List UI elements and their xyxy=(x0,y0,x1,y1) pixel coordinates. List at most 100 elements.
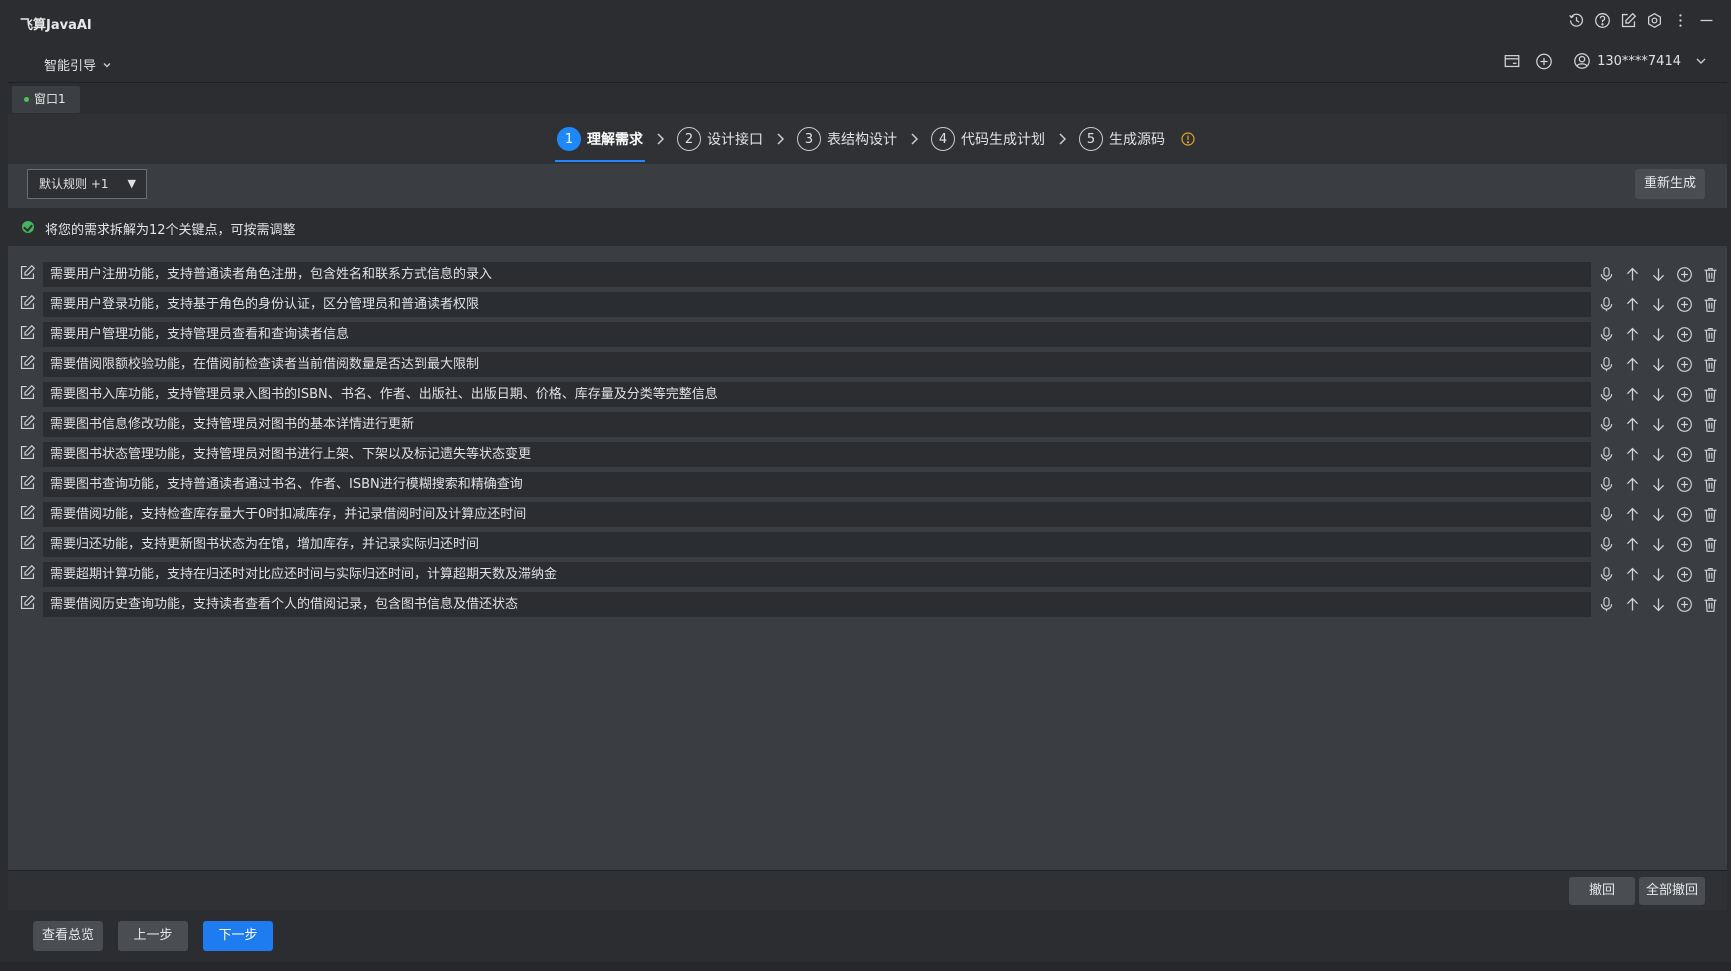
mic-icon[interactable] xyxy=(1596,264,1617,285)
arrow-up-icon[interactable] xyxy=(1622,294,1643,315)
mic-icon[interactable] xyxy=(1596,594,1617,615)
arrow-up-icon[interactable] xyxy=(1622,504,1643,525)
mic-icon[interactable] xyxy=(1596,504,1617,525)
add-circle-icon[interactable] xyxy=(1535,52,1553,70)
add-circle-icon[interactable] xyxy=(1674,564,1695,585)
arrow-down-icon[interactable] xyxy=(1648,354,1669,375)
add-circle-icon[interactable] xyxy=(1674,264,1695,285)
mic-icon[interactable] xyxy=(1596,534,1617,555)
edit-icon[interactable] xyxy=(19,354,37,372)
help-icon[interactable] xyxy=(1593,11,1611,29)
prev-step-button[interactable]: 上一步 xyxy=(118,921,188,951)
add-circle-icon[interactable] xyxy=(1674,504,1695,525)
arrow-down-icon[interactable] xyxy=(1648,564,1669,585)
arrow-up-icon[interactable] xyxy=(1622,354,1643,375)
arrow-down-icon[interactable] xyxy=(1648,534,1669,555)
arrow-up-icon[interactable] xyxy=(1622,384,1643,405)
requirement-text[interactable]: 需要用户登录功能，支持基于角色的身份认证，区分管理员和普通读者权限 xyxy=(43,292,1591,317)
step-3[interactable]: 3 表结构设计 xyxy=(797,126,897,152)
edit-icon[interactable] xyxy=(19,444,37,462)
requirement-text[interactable]: 需要超期计算功能，支持在归还时对比应还时间与实际归还时间，计算超期天数及滞纳金 xyxy=(43,562,1591,587)
add-circle-icon[interactable] xyxy=(1674,294,1695,315)
trash-icon[interactable] xyxy=(1700,354,1721,375)
mic-icon[interactable] xyxy=(1596,384,1617,405)
requirement-text[interactable]: 需要归还功能，支持更新图书状态为在馆，增加库存，并记录实际归还时间 xyxy=(43,532,1591,557)
trash-icon[interactable] xyxy=(1700,414,1721,435)
trash-icon[interactable] xyxy=(1700,324,1721,345)
arrow-down-icon[interactable] xyxy=(1648,444,1669,465)
step-1[interactable]: 1 理解需求 xyxy=(555,126,645,162)
requirement-text[interactable]: 需要借阅限额校验功能，在借阅前检查读者当前借阅数量是否达到最大限制 xyxy=(43,352,1591,377)
requirement-text[interactable]: 需要图书状态管理功能，支持管理员对图书进行上架、下架以及标记遗失等状态变更 xyxy=(43,442,1591,467)
minimize-icon[interactable] xyxy=(1697,11,1715,29)
next-step-button[interactable]: 下一步 xyxy=(203,921,273,951)
trash-icon[interactable] xyxy=(1700,474,1721,495)
arrow-down-icon[interactable] xyxy=(1648,384,1669,405)
trash-icon[interactable] xyxy=(1700,534,1721,555)
regenerate-button[interactable]: 重新生成 xyxy=(1635,169,1705,199)
arrow-up-icon[interactable] xyxy=(1622,264,1643,285)
arrow-up-icon[interactable] xyxy=(1622,474,1643,495)
history-icon[interactable] xyxy=(1567,11,1585,29)
edit-icon[interactable] xyxy=(19,264,37,282)
rule-select[interactable]: 默认规则 +1 ▼ xyxy=(27,169,147,199)
add-circle-icon[interactable] xyxy=(1674,444,1695,465)
add-circle-icon[interactable] xyxy=(1674,384,1695,405)
arrow-down-icon[interactable] xyxy=(1648,414,1669,435)
user-menu[interactable]: 130****7414 xyxy=(1573,52,1707,70)
arrow-down-icon[interactable] xyxy=(1648,294,1669,315)
arrow-down-icon[interactable] xyxy=(1648,324,1669,345)
requirement-text[interactable]: 需要图书查询功能，支持普通读者通过书名、作者、ISBN进行模糊搜索和精确查询 xyxy=(43,472,1591,497)
requirement-text[interactable]: 需要图书入库功能，支持管理员录入图书的ISBN、书名、作者、出版社、出版日期、价… xyxy=(43,382,1591,407)
edit-icon[interactable] xyxy=(19,294,37,312)
window-icon[interactable] xyxy=(1503,52,1521,70)
mic-icon[interactable] xyxy=(1596,474,1617,495)
requirement-text[interactable]: 需要用户管理功能，支持管理员查看和查询读者信息 xyxy=(43,322,1591,347)
requirement-text[interactable]: 需要用户注册功能，支持普通读者角色注册，包含姓名和联系方式信息的录入 xyxy=(43,262,1591,287)
add-circle-icon[interactable] xyxy=(1674,534,1695,555)
info-icon[interactable] xyxy=(1181,132,1195,146)
arrow-down-icon[interactable] xyxy=(1648,594,1669,615)
add-circle-icon[interactable] xyxy=(1674,324,1695,345)
requirement-text[interactable]: 需要借阅功能，支持检查库存量大于0时扣减库存，并记录借阅时间及计算应还时间 xyxy=(43,502,1591,527)
mic-icon[interactable] xyxy=(1596,324,1617,345)
edit-icon[interactable] xyxy=(19,564,37,582)
trash-icon[interactable] xyxy=(1700,594,1721,615)
edit-icon[interactable] xyxy=(19,534,37,552)
step-4[interactable]: 4 代码生成计划 xyxy=(931,126,1045,152)
trash-icon[interactable] xyxy=(1700,504,1721,525)
edit-icon[interactable] xyxy=(19,504,37,522)
edit-icon[interactable] xyxy=(1619,11,1637,29)
edit-icon[interactable] xyxy=(19,414,37,432)
mic-icon[interactable] xyxy=(1596,414,1617,435)
edit-icon[interactable] xyxy=(19,594,37,612)
add-circle-icon[interactable] xyxy=(1674,354,1695,375)
trash-icon[interactable] xyxy=(1700,384,1721,405)
trash-icon[interactable] xyxy=(1700,294,1721,315)
mic-icon[interactable] xyxy=(1596,354,1617,375)
arrow-up-icon[interactable] xyxy=(1622,534,1643,555)
mic-icon[interactable] xyxy=(1596,564,1617,585)
arrow-down-icon[interactable] xyxy=(1648,504,1669,525)
trash-icon[interactable] xyxy=(1700,444,1721,465)
trash-icon[interactable] xyxy=(1700,264,1721,285)
undo-button[interactable]: 撤回 xyxy=(1569,877,1635,905)
requirement-text[interactable]: 需要图书信息修改功能，支持管理员对图书的基本详情进行更新 xyxy=(43,412,1591,437)
undo-all-button[interactable]: 全部撤回 xyxy=(1639,877,1705,905)
step-5[interactable]: 5 生成源码 xyxy=(1079,126,1165,152)
requirement-text[interactable]: 需要借阅历史查询功能，支持读者查看个人的借阅记录，包含图书信息及借还状态 xyxy=(43,592,1591,617)
guide-dropdown[interactable]: 智能引导 xyxy=(44,55,112,74)
more-icon[interactable] xyxy=(1671,11,1689,29)
tab-window-1[interactable]: 窗口1 xyxy=(12,86,80,113)
add-circle-icon[interactable] xyxy=(1674,594,1695,615)
overview-button[interactable]: 查看总览 xyxy=(33,921,103,951)
edit-icon[interactable] xyxy=(19,324,37,342)
settings-icon[interactable] xyxy=(1645,11,1663,29)
step-2[interactable]: 2 设计接口 xyxy=(677,126,763,152)
edit-icon[interactable] xyxy=(19,384,37,402)
edit-icon[interactable] xyxy=(19,474,37,492)
trash-icon[interactable] xyxy=(1700,564,1721,585)
arrow-up-icon[interactable] xyxy=(1622,414,1643,435)
add-circle-icon[interactable] xyxy=(1674,414,1695,435)
arrow-up-icon[interactable] xyxy=(1622,444,1643,465)
